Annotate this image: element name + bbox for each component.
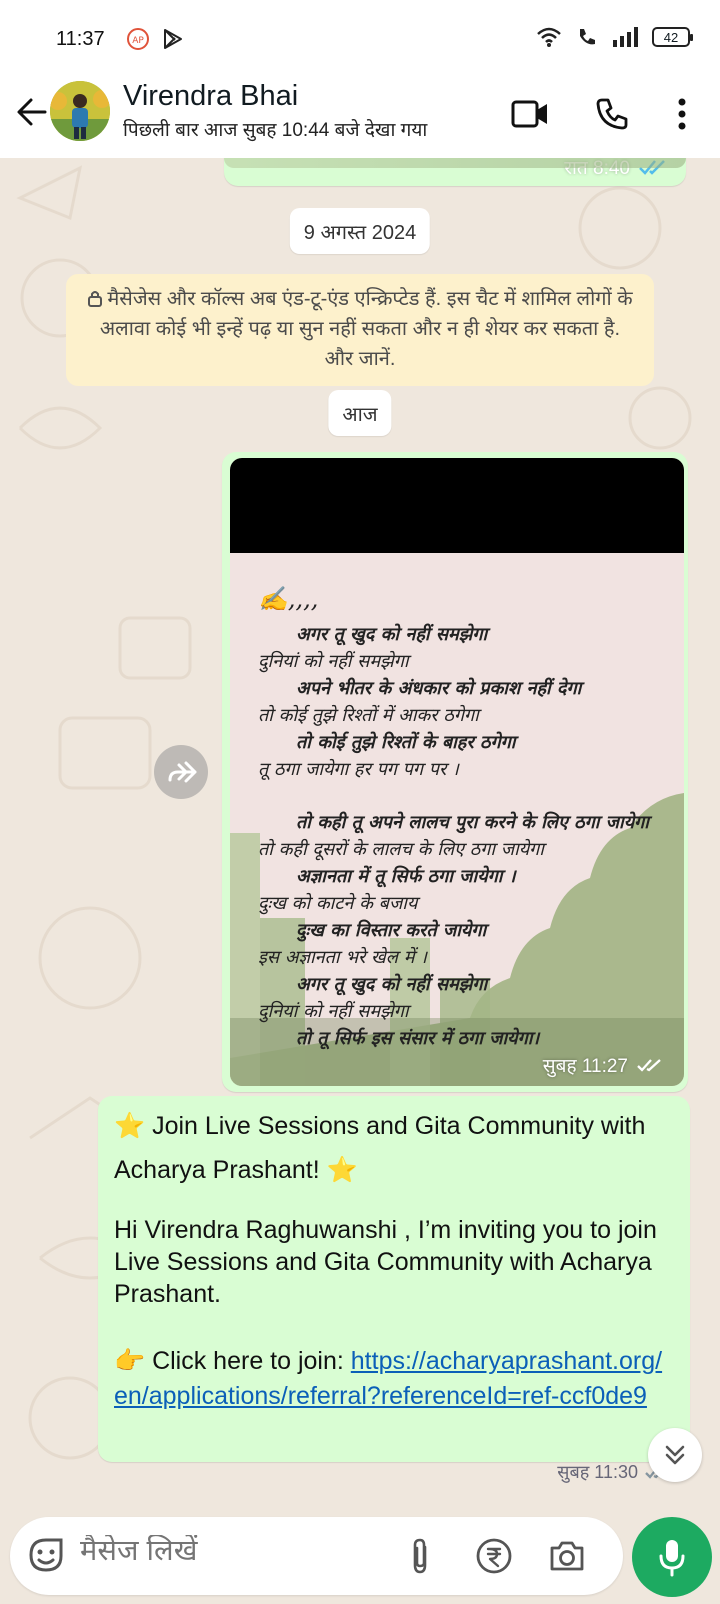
status-bar: 11:37 AP 42 <box>0 0 720 78</box>
forward-button[interactable] <box>154 745 208 799</box>
poem-line <box>258 783 674 809</box>
text-message-time: सुबह 11:30 <box>557 1462 638 1482</box>
status-notification-icons: AP <box>126 27 184 51</box>
battery-level: 42 <box>663 29 679 45</box>
camera-button[interactable] <box>545 1534 589 1578</box>
poem-line: अगर तू खुद को नहीं समझेगा <box>296 974 488 995</box>
date-chip-today: आज <box>328 390 392 436</box>
poem-line: ✍️,,,, <box>258 585 319 613</box>
rupee-icon <box>476 1538 512 1574</box>
poem-line: अगर तू खुद को नहीं समझेगा <box>296 624 488 645</box>
poem-line: दुःख का विस्तार करते जायेगा <box>296 920 487 941</box>
avatar[interactable] <box>50 81 110 141</box>
play-store-icon <box>164 29 182 49</box>
poem-line: तो तू सिर्फ इस संसार में ठगा जायेगा। <box>296 1028 540 1049</box>
payment-button[interactable] <box>472 1534 516 1578</box>
paperclip-icon <box>413 1538 427 1574</box>
sticker-button[interactable] <box>24 1533 68 1577</box>
phone-icon <box>596 98 628 130</box>
poem-line: तो कही तू अपने लालच पुरा करने के लिए ठगा… <box>296 812 649 833</box>
poem-line: दुःख को काटने के बजाय <box>258 893 418 914</box>
app-notification-icon: AP <box>127 28 149 50</box>
camera-icon <box>550 1541 584 1571</box>
battery-indicator: 42 <box>652 27 693 47</box>
arrow-back-icon <box>17 98 47 126</box>
more-options-button[interactable] <box>658 90 706 138</box>
poem-line: अज्ञानता में तू सिर्फ ठगा जायेगा । <box>296 866 516 887</box>
message-link-prefix: 👉 Click here to join: <box>114 1347 351 1375</box>
double-chevron-down-icon <box>665 1445 685 1465</box>
attach-button[interactable] <box>398 1534 442 1578</box>
encryption-notice-text: मैसेजेस और कॉल्स अब एंड-टू-एंड एन्क्रिप्… <box>99 288 633 370</box>
poem-line: तो कोई तुझे रिश्तों के बाहर ठगेगा <box>296 732 516 753</box>
poem-line: दुनियां को नहीं समझेगा <box>258 651 409 672</box>
poem-line: अपने भीतर के अंधकार को प्रकाश नहीं देगा <box>296 678 582 699</box>
lock-icon <box>88 291 103 307</box>
message-input[interactable] <box>80 1535 380 1568</box>
sticker-icon <box>29 1538 63 1572</box>
status-system-icons: 42 <box>536 26 693 48</box>
contact-name[interactable]: Virendra Bhai <box>123 80 298 113</box>
forward-icon <box>168 761 197 783</box>
video-call-button[interactable] <box>506 90 554 138</box>
signal-icon <box>613 27 638 47</box>
poem-line: तू ठगा जायेगा हर पग पग पर । <box>258 759 459 780</box>
poem-line: दुनियां को नहीं समझेगा <box>258 1001 409 1022</box>
message-composer <box>10 1517 623 1595</box>
image-message-time: सुबह 11:27 <box>542 1056 628 1077</box>
chat-header: Virendra Bhai पिछली बार आज सुबह 10:44 बज… <box>0 78 720 158</box>
microphone-icon <box>659 1540 685 1577</box>
more-vert-icon <box>678 98 686 130</box>
back-button[interactable] <box>12 92 52 132</box>
text-message-content: ⭐ Join Live Sessions and Gita Community … <box>114 1104 674 1414</box>
poem-line: तो कोई तुझे रिश्तों में आकर ठगेगा <box>258 705 479 726</box>
double-check-icon <box>637 1059 661 1072</box>
chat-area[interactable]: रात 8:40 9 अगस्त 2024 मैसेजेस और कॉल्स अ… <box>0 158 720 1498</box>
last-seen-status: पिछली बार आज सुबह 10:44 बजे देखा गया <box>123 120 428 141</box>
wifi-calling-icon <box>580 29 595 45</box>
poem-image[interactable]: ✍️,,,, अगर तू खुद को नहीं समझेगा दुनियां क… <box>230 458 684 1086</box>
voice-record-button[interactable] <box>632 1517 712 1597</box>
message-invite: Hi Virendra Raghuwanshi , I’m inviting y… <box>114 1216 657 1308</box>
date-chip: 9 अगस्त 2024 <box>289 208 431 254</box>
avatar-image <box>50 81 110 141</box>
message-headline: ⭐ Join Live Sessions and Gita Community … <box>114 1112 646 1184</box>
encryption-notice[interactable]: मैसेजेस और कॉल्स अब एंड-टू-एंड एन्क्रिप्… <box>66 274 654 386</box>
poem-line: तो कही दूसरों के लालच के लिए ठगा जायेगा <box>258 839 544 860</box>
previous-message-bubble[interactable]: रात 8:40 <box>224 158 686 186</box>
svg-text:AP: AP <box>132 36 144 46</box>
video-camera-icon <box>511 100 547 128</box>
image-message-meta: सुबह 11:27 <box>543 1052 664 1078</box>
message-link-line: 👉 Click here to join: https://acharyapra… <box>114 1344 674 1414</box>
poem-line: इस अज्ञानता भरे खेल में । <box>258 947 428 968</box>
scroll-to-bottom-button[interactable] <box>648 1428 702 1482</box>
wifi-icon <box>537 27 561 47</box>
voice-call-button[interactable] <box>588 90 636 138</box>
poem-text: ✍️,,,, अगर तू खुद को नहीं समझेगा दुनियां क… <box>258 586 674 1052</box>
status-time: 11:37 <box>56 28 105 50</box>
